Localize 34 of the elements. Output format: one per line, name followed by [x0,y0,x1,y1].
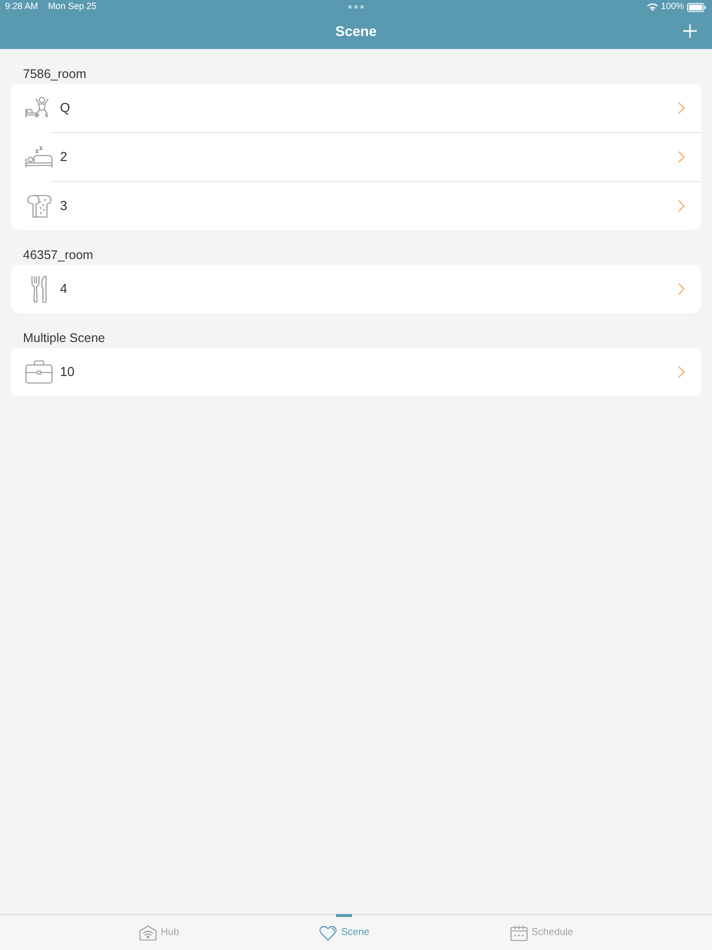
briefcase-icon [25,360,53,384]
scene-name: 2 [60,148,68,166]
chevron-right-icon [678,151,685,163]
selection-indicator [336,914,352,916]
scene-row[interactable]: Q [11,84,701,132]
wifi-icon [646,3,658,11]
battery-icon [687,2,707,12]
calendar-icon [510,924,528,940]
heart-icon [319,924,338,940]
house-wifi-icon [138,924,157,940]
page-title: Scene [335,22,377,41]
section-title: 46357_room [22,247,94,264]
scene-name: 3 [60,197,68,216]
multitasking-dots-icon [348,5,364,9]
scene-row[interactable]: 3 [11,182,701,230]
scene-name: Q [60,99,70,118]
scene-row[interactable]: 4 [11,265,701,313]
status-date: Mon Sep 25 [48,0,97,14]
section-title: Multiple Scene [22,330,106,347]
chevron-right-icon [678,102,685,114]
add-icon [683,24,697,38]
scene-name: 10 [60,363,74,382]
chevron-right-icon [678,283,685,295]
bread-slice-icon [25,194,53,218]
add-button[interactable] [683,24,697,38]
chevron-right-icon [678,366,685,378]
status-time: 9:28 AM [5,0,38,14]
scene-row[interactable]: 10 [11,348,701,396]
section-title: 7586_room [22,66,88,83]
battery-percentage: 100% [660,0,684,14]
sleeping-bed-icon [25,145,53,169]
chevron-right-icon [678,200,685,212]
scene-name: 4 [60,280,68,298]
scene-row[interactable]: 2 [11,133,701,181]
